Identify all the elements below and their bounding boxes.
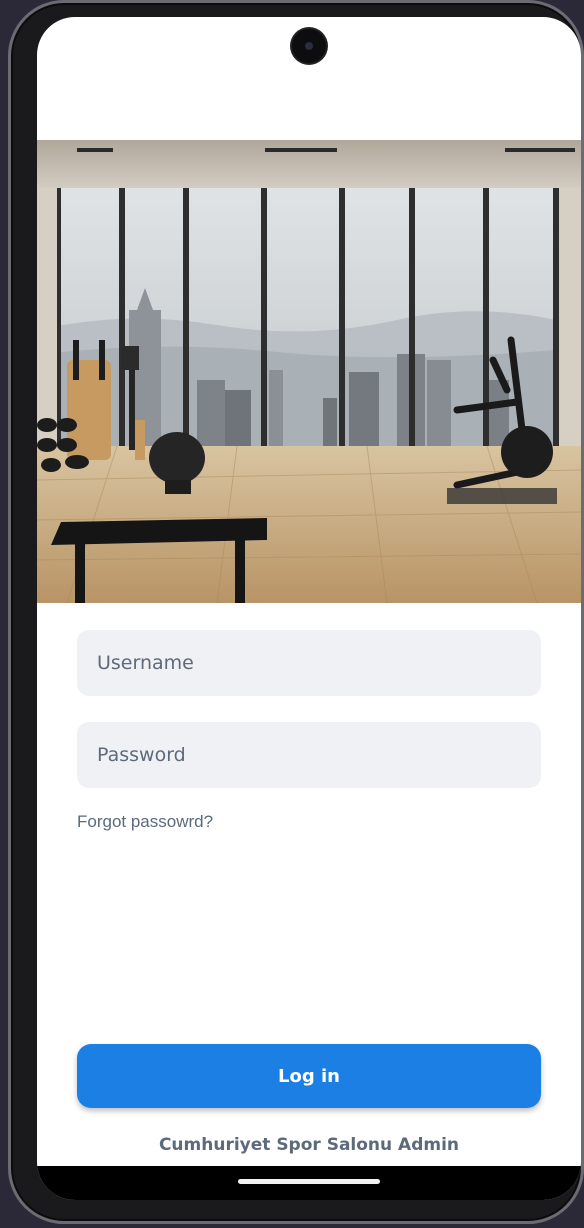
app-footer-title: Cumhuriyet Spor Salonu Admin	[158, 1135, 460, 1155]
system-nav-bar	[37, 1166, 581, 1200]
password-input[interactable]	[97, 744, 541, 766]
username-field[interactable]	[77, 630, 541, 696]
login-button[interactable]: Log in	[77, 1044, 541, 1108]
home-handle[interactable]	[238, 1179, 380, 1184]
username-input[interactable]	[97, 652, 541, 674]
password-field[interactable]	[77, 722, 541, 788]
gym-hero-image	[37, 140, 581, 603]
app-screen: Forgot passowrd? Log in Cumhuriyet Spor …	[37, 17, 581, 1200]
phone-frame: Forgot passowrd? Log in Cumhuriyet Spor …	[8, 0, 584, 1224]
front-camera-icon	[292, 29, 326, 63]
forgot-password-link[interactable]: Forgot passowrd?	[77, 812, 213, 832]
